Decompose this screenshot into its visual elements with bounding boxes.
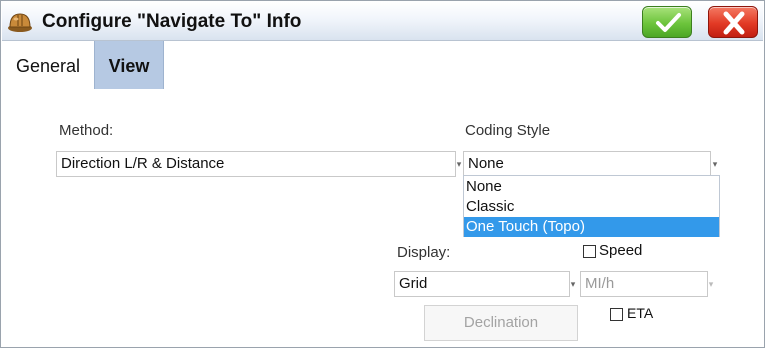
coding-style-label: Coding Style — [465, 122, 551, 139]
method-dropdown-arrow-icon[interactable]: ▾ — [456, 151, 462, 177]
eta-label: ETA — [627, 305, 654, 321]
coding-style-dropdown-arrow-icon[interactable]: ▾ — [712, 151, 718, 177]
coding-style-dropdown-list: None Classic One Touch (Topo) — [463, 175, 720, 237]
tab-bar: General View — [2, 41, 763, 91]
speed-checkbox[interactable] — [583, 245, 596, 258]
coding-style-option-one-touch[interactable]: One Touch (Topo) — [464, 217, 719, 237]
tab-general[interactable]: General — [2, 41, 94, 89]
speed-label: Speed — [599, 242, 643, 259]
dialog-window: Configure "Navigate To" Info General Vie… — [0, 0, 765, 348]
method-select[interactable]: Direction L/R & Distance — [56, 151, 456, 177]
display-label: Display: — [397, 244, 451, 261]
ok-button[interactable] — [642, 6, 692, 38]
tab-view[interactable]: View — [94, 41, 164, 89]
window-title: Configure "Navigate To" Info — [42, 11, 302, 32]
display-dropdown-arrow-icon[interactable]: ▾ — [570, 271, 576, 297]
speed-unit-select[interactable]: MI/h — [580, 271, 708, 297]
hard-hat-icon — [7, 9, 33, 35]
title-bar: Configure "Navigate To" Info — [2, 2, 763, 41]
cancel-button[interactable] — [708, 6, 758, 38]
eta-checkbox[interactable] — [610, 308, 623, 321]
display-select[interactable]: Grid — [394, 271, 570, 297]
coding-style-option-classic[interactable]: Classic — [464, 197, 719, 217]
coding-style-option-none[interactable]: None — [464, 177, 719, 197]
declination-button[interactable]: Declination — [424, 305, 578, 341]
method-label: Method: — [59, 122, 114, 139]
coding-style-select[interactable]: None — [463, 151, 711, 177]
speed-unit-dropdown-arrow-icon[interactable]: ▾ — [708, 271, 714, 297]
